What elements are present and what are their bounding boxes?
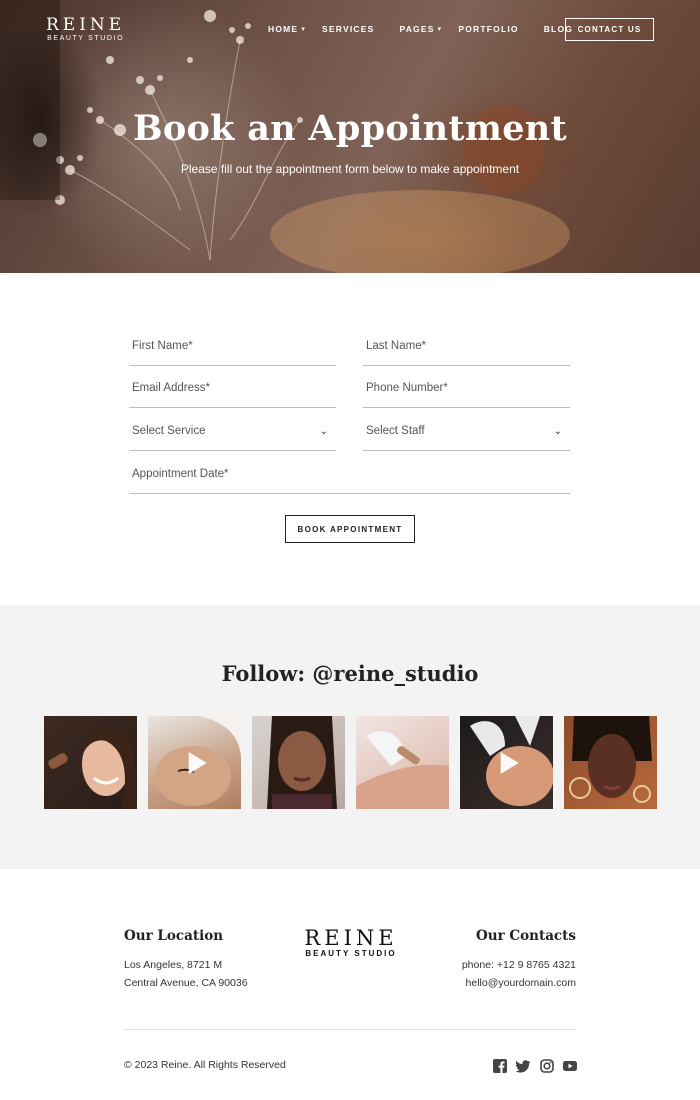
instagram-post[interactable] (44, 716, 137, 809)
nav-item-label: HOME (268, 24, 299, 34)
phone-field[interactable]: Phone Number* (363, 382, 570, 408)
email-placeholder: Email Address* (132, 382, 210, 394)
youtube-icon[interactable] (563, 1059, 577, 1073)
service-select-value: Select Service (132, 425, 206, 437)
nav-item-label: PAGES (399, 24, 435, 34)
instagram-icon[interactable] (540, 1059, 554, 1073)
nav-item-pages[interactable]: PAGES ▾ (399, 24, 442, 34)
brand-name: REINE (46, 15, 126, 35)
instagram-post[interactable] (148, 716, 241, 809)
nav-item-services[interactable]: SERVICES (322, 24, 374, 34)
footer-logo[interactable]: REINE BEAUTY STUDIO (299, 927, 403, 959)
woman-earrings-image (569, 716, 652, 803)
appointment-form: First Name* Last Name* Email Address* Ph… (0, 273, 700, 605)
service-select[interactable]: Select Service ⌄ (129, 425, 336, 451)
contact-phone: phone: +12 9 8765 4321 (461, 959, 576, 971)
page-subtitle: Please fill out the appointment form bel… (180, 162, 520, 176)
site-footer: Our Location Los Angeles, 8721 M Central… (0, 869, 700, 1100)
instagram-title: Follow: @reine_studio (221, 661, 479, 686)
play-icon (500, 751, 519, 774)
nav-item-portfolio[interactable]: PORTFOLIO (458, 24, 518, 34)
instagram-post[interactable] (460, 716, 553, 809)
contact-us-button[interactable]: CONTACT US (565, 18, 654, 41)
last-name-placeholder: Last Name* (366, 340, 427, 352)
page-title: Book an Appointment (133, 108, 567, 149)
waxing-treatment-image (356, 731, 449, 809)
nav-item-label: PORTFOLIO (458, 24, 519, 34)
brand-logo[interactable]: REINE BEAUTY STUDIO (46, 16, 125, 43)
contact-email[interactable]: hello@yourdomain.com (462, 974, 576, 992)
email-field[interactable]: Email Address* (129, 382, 336, 408)
twitter-icon[interactable] (516, 1059, 530, 1073)
address-line-2: Central Avenue, CA 90036 (124, 977, 248, 989)
appointment-date-placeholder: Appointment Date* (132, 468, 229, 480)
contacts-heading: Our Contacts (476, 928, 576, 944)
brand-tagline: BEAUTY STUDIO (47, 35, 125, 42)
chevron-down-icon: ⌄ (319, 426, 328, 437)
chevron-down-icon: ▾ (301, 26, 307, 33)
phone-placeholder: Phone Number* (366, 382, 448, 394)
instagram-post[interactable] (564, 716, 657, 809)
appointment-date-field[interactable]: Appointment Date* (129, 468, 570, 494)
instagram-post[interactable] (252, 716, 345, 809)
main-nav: HOME ▾ SERVICES PAGES ▾ PORTFOLIO BLOG (268, 24, 589, 34)
nav-item-label: SERVICES (322, 24, 375, 34)
instagram-feed: Follow: @reine_studio (0, 605, 700, 869)
staff-select-value: Select Staff (366, 425, 425, 437)
first-name-placeholder: First Name* (132, 340, 193, 352)
chevron-down-icon: ▾ (437, 26, 443, 33)
play-icon (188, 751, 207, 774)
book-appointment-button[interactable]: BOOK APPOINTMENT (285, 515, 415, 543)
instagram-post[interactable] (356, 716, 449, 809)
woman-portrait-image (267, 716, 337, 809)
brand-name: REINE (304, 926, 398, 950)
chevron-down-icon: ⌄ (553, 426, 562, 437)
woman-smiling-image (48, 727, 137, 809)
facebook-icon[interactable] (493, 1059, 507, 1073)
staff-select[interactable]: Select Staff ⌄ (363, 425, 570, 451)
footer-divider (124, 1029, 576, 1030)
brand-tagline: BEAUTY STUDIO (305, 949, 397, 958)
first-name-field[interactable]: First Name* (129, 340, 336, 366)
address-line-1: Los Angeles, 8721 M (124, 959, 223, 971)
address: Los Angeles, 8721 M Central Avenue, CA 9… (124, 956, 248, 992)
nav-item-home[interactable]: HOME ▾ (268, 24, 306, 34)
copyright: © 2023 Reine. All Rights Reserved (124, 1059, 286, 1071)
last-name-field[interactable]: Last Name* (363, 340, 570, 366)
contacts: phone: +12 9 8765 4321 hello@yourdomain.… (462, 956, 576, 992)
location-heading: Our Location (124, 928, 224, 944)
hero-banner: REINE BEAUTY STUDIO HOME ▾ SERVICES PAGE… (0, 0, 700, 273)
